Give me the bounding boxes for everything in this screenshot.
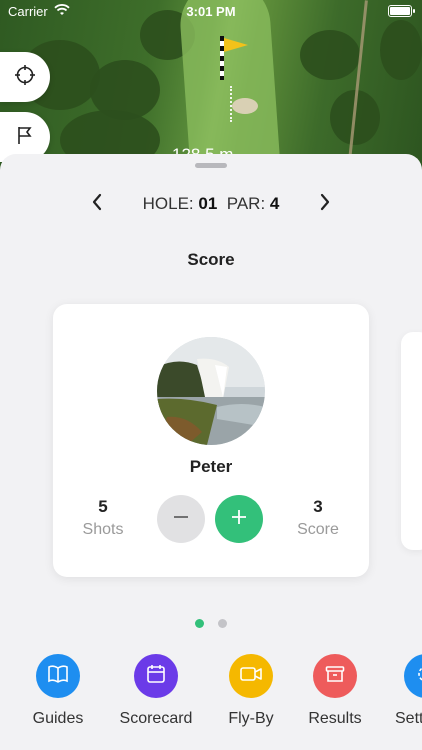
nav-results-label: Results <box>308 710 362 727</box>
player-name: Peter <box>189 457 233 476</box>
section-title: Score <box>187 250 235 269</box>
score-label: Score <box>297 521 339 538</box>
score-value: 3 <box>313 497 323 516</box>
sheet-grabber[interactable] <box>195 163 227 168</box>
nav-flyby-circle <box>229 654 273 698</box>
gear-icon <box>416 664 422 689</box>
player-score-card: Peter 5 Shots 3 Score <box>53 304 369 577</box>
book-icon <box>47 664 69 689</box>
plus-icon <box>230 508 248 531</box>
page-dot[interactable] <box>218 619 228 628</box>
shots-label: Shots <box>82 521 124 538</box>
flag-icon <box>224 38 248 52</box>
next-player-card[interactable] <box>401 332 422 550</box>
course-map[interactable]: 128.5 m <box>0 0 422 170</box>
nav-scorecard-label: Scorecard <box>119 710 193 727</box>
nav-flyby[interactable]: Fly-By <box>206 654 296 728</box>
nav-results[interactable]: Results <box>290 654 380 728</box>
increase-shots-button[interactable] <box>215 495 263 543</box>
aim-line <box>230 86 232 122</box>
hole-label: HOLE: <box>142 194 194 213</box>
shots-value: 5 <box>98 497 108 516</box>
next-hole-button[interactable] <box>313 192 337 216</box>
nav-guides-circle <box>36 654 80 698</box>
tree <box>380 20 422 80</box>
shots-stat: 5 Shots <box>68 497 138 539</box>
nav-settings[interactable]: Settings <box>382 654 422 728</box>
bottom-sheet: HOLE: 01 PAR: 4 Score Peter 5 Shots 3 Sc… <box>0 154 422 750</box>
hole-number: 01 <box>198 194 218 213</box>
avatar <box>157 337 265 445</box>
hole-navigator: HOLE: 01 PAR: 4 <box>0 192 422 216</box>
bottom-nav: Guides Scorecard Fly-By Results Sett <box>0 654 422 750</box>
battery-icon <box>388 5 415 17</box>
nav-flyby-label: Fly-By <box>228 710 274 727</box>
page-dot-active[interactable] <box>194 619 204 628</box>
bunker <box>232 98 258 114</box>
par-label: PAR: <box>226 194 266 213</box>
nav-results-circle <box>313 654 357 698</box>
video-icon <box>240 666 262 687</box>
chevron-right-icon <box>319 193 331 216</box>
status-bar: Carrier 3:01 PM <box>0 0 422 22</box>
hole-info: HOLE: 01 PAR: 4 <box>0 194 422 214</box>
score-stat: 3 Score <box>283 497 353 539</box>
page-indicator[interactable] <box>0 615 422 633</box>
par-value: 4 <box>269 194 280 213</box>
minus-icon <box>172 508 190 531</box>
archive-icon <box>325 664 345 689</box>
crosshair-icon <box>14 64 36 91</box>
nav-scorecard-circle <box>134 654 178 698</box>
nav-guides-label: Guides <box>32 710 84 727</box>
decrease-shots-button[interactable] <box>157 495 205 543</box>
nav-settings-circle <box>404 654 422 698</box>
nav-settings-label: Settings <box>395 710 422 727</box>
flag-outline-icon <box>15 125 35 150</box>
nav-scorecard[interactable]: Scorecard <box>111 654 201 728</box>
nav-guides[interactable]: Guides <box>13 654 103 728</box>
tree <box>300 30 360 80</box>
clock: 3:01 PM <box>186 4 236 19</box>
locate-button[interactable] <box>0 52 50 102</box>
calendar-icon <box>146 664 166 689</box>
